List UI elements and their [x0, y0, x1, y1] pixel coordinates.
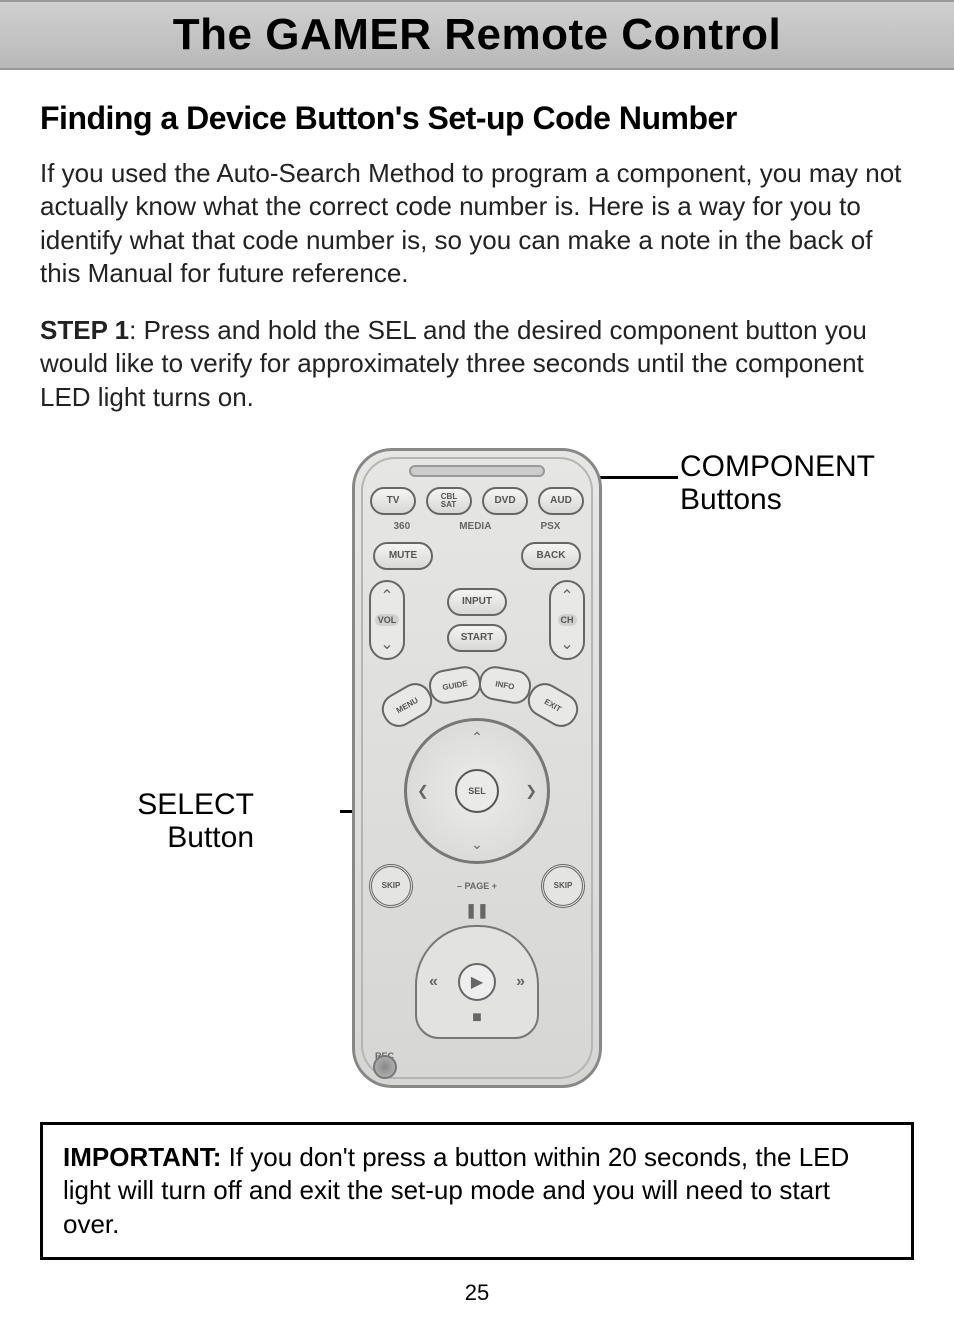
tv-button: TV: [370, 487, 416, 515]
start-button: START: [447, 624, 507, 652]
play-button: ▶: [458, 963, 496, 1001]
callout-select: SELECT Button: [137, 788, 254, 854]
page-number: 25: [40, 1260, 914, 1336]
remote-illustration: TV CBLSAT DVD AUD 360 MEDIA PSX MUTE BAC…: [352, 448, 602, 1088]
volume-rocker: ⌃ VOL ⌄: [369, 580, 405, 660]
dvd-button: DVD: [482, 487, 528, 515]
step-1-label: STEP 1: [40, 315, 129, 345]
callout-component: COMPONENT Buttons: [680, 450, 875, 516]
title-bar: The GAMER Remote Control: [0, 0, 954, 70]
exit-button: EXIT: [522, 677, 584, 732]
manual-page: The GAMER Remote Control Finding a Devic…: [0, 0, 954, 1336]
page-label: – PAGE +: [457, 881, 497, 891]
important-label: IMPORTANT:: [63, 1142, 221, 1172]
important-note: IMPORTANT: If you don't press a button w…: [40, 1122, 914, 1260]
ir-window: [409, 465, 545, 477]
sublabel-row: 360 MEDIA PSX: [369, 521, 585, 532]
chevron-up-icon: ⌃: [560, 586, 573, 606]
arc-button-row: MENU GUIDE INFO EXIT: [387, 666, 567, 714]
channel-rocker: ⌃ CH ⌄: [549, 580, 585, 660]
section-heading: Finding a Device Button's Set-up Code Nu…: [40, 100, 914, 137]
forward-icon: »: [516, 973, 525, 991]
component-button-row: TV CBLSAT DVD AUD: [369, 487, 585, 515]
input-button: INPUT: [447, 588, 507, 616]
mute-button: MUTE: [373, 542, 433, 570]
step-1-text: : Press and hold the SEL and the desired…: [40, 315, 867, 412]
sel-button: SEL: [455, 769, 499, 813]
chevron-up-icon: ⌃: [380, 586, 393, 606]
transport-cluster: ▶ « » ■: [415, 925, 539, 1039]
leader-line: [596, 476, 678, 479]
content-area: Finding a Device Button's Set-up Code Nu…: [0, 70, 954, 1336]
page-title: The GAMER Remote Control: [0, 10, 954, 60]
chevron-down-icon: ⌄: [380, 634, 393, 654]
arrow-up-icon: ⌃: [471, 729, 483, 746]
chevron-down-icon: ⌄: [560, 634, 573, 654]
cbl-sat-button: CBLSAT: [426, 487, 472, 515]
back-button: BACK: [521, 542, 581, 570]
arrow-left-icon: ❮: [417, 782, 429, 799]
skip-minus-button: SKIP: [369, 864, 413, 908]
mute-back-row: MUTE BACK: [369, 542, 585, 570]
guide-button: GUIDE: [426, 664, 483, 707]
arrow-down-icon: ⌄: [471, 836, 483, 853]
aud-button: AUD: [538, 487, 584, 515]
d-pad: SEL ⌃ ⌄ ❮ ❯: [404, 718, 550, 864]
figure-area: COMPONENT Buttons SELECT Button TV CBLSA…: [40, 438, 914, 1102]
rec-button: [373, 1055, 397, 1079]
vol-ch-cluster: ⌃ VOL ⌄ INPUT START ⌃ CH ⌄: [369, 580, 585, 660]
arrow-right-icon: ❯: [525, 782, 537, 799]
step-1-paragraph: STEP 1: Press and hold the SEL and the d…: [40, 314, 914, 414]
stop-icon: ■: [472, 1009, 482, 1027]
skip-plus-button: SKIP: [541, 864, 585, 908]
intro-paragraph: If you used the Auto-Search Method to pr…: [40, 157, 914, 290]
rewind-icon: «: [429, 973, 438, 991]
info-button: INFO: [476, 664, 533, 707]
